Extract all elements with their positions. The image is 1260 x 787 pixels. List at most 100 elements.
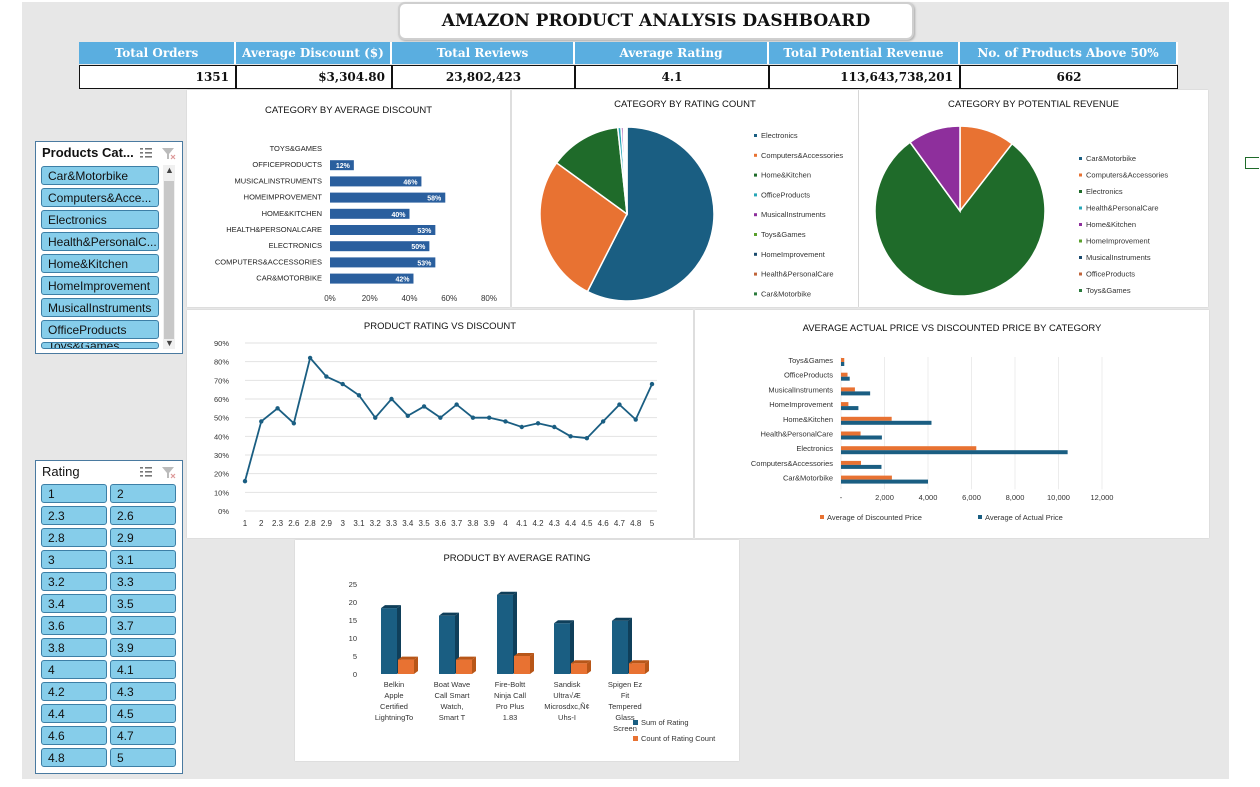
slicer-item[interactable]: HomeImprovement [41, 276, 159, 295]
bar-data-label: 12% [336, 163, 351, 170]
x-tick-label: 2.8 [305, 519, 317, 528]
x-tick-label: 1 [243, 519, 248, 528]
slicer-item[interactable]: 2.9 [110, 528, 176, 547]
kpi-label: Average Discount ($) [236, 42, 392, 64]
bar-side [414, 656, 418, 674]
slicer-item[interactable]: 3.2 [41, 572, 107, 591]
legend-marker [754, 233, 757, 236]
legend-label: Toys&Games [1086, 286, 1131, 295]
slicer-item[interactable]: 4.6 [41, 726, 107, 745]
data-point [291, 421, 297, 426]
slicer-item[interactable]: 2.8 [41, 528, 107, 547]
scrollbar-thumb[interactable] [164, 181, 174, 339]
slicer-item[interactable]: 3.7 [110, 616, 176, 635]
slicer-item[interactable]: OfficeProducts [41, 320, 159, 339]
slicer-item[interactable]: Computers&Acce... [41, 188, 159, 207]
bar-category-label: HOME&KITCHEN [262, 209, 322, 218]
slicer-item[interactable]: 5 [110, 748, 176, 767]
slicer-item[interactable]: 1 [41, 484, 107, 503]
data-point [324, 374, 329, 379]
data-point [259, 419, 264, 424]
chart-product-avg-rating: 0 5 10 15 20 25 Belkin Apple Certified LightningT… [349, 580, 716, 743]
clear-filter-icon[interactable] [162, 467, 176, 479]
scrollbar[interactable]: ▲ ▼ [163, 165, 175, 349]
legend-label: Computers&Accessories [1086, 171, 1168, 180]
slicer-item[interactable]: 3.8 [41, 638, 107, 657]
data-point [487, 415, 492, 420]
x-tick-label: 4.6 [598, 519, 610, 528]
slicer-item[interactable]: Car&Motorbike [41, 166, 159, 185]
y-tick-label: 40% [214, 432, 229, 441]
bar [841, 391, 871, 396]
y-tick-label: 10% [214, 488, 229, 497]
chart-actual-vs-discounted-price: - 2,000 4,000 6,000 8,000 10,000 12,000 Toys&Ga… [751, 356, 1114, 522]
slicer-item[interactable]: Toys&Games [41, 342, 159, 349]
y-tick-label: 15 [349, 616, 357, 625]
legend-label: Electronics [761, 131, 798, 140]
slicer-item[interactable]: 3 [41, 550, 107, 569]
slicer-item[interactable]: Electronics [41, 210, 159, 229]
selection-handle-icon[interactable] [1245, 157, 1259, 169]
slicer-item[interactable]: 4.4 [41, 704, 107, 723]
data-point [552, 424, 557, 430]
slicer-item[interactable]: 2.6 [110, 506, 176, 525]
multi-select-icon[interactable] [140, 467, 152, 477]
x-tick-label: 3.2 [370, 519, 382, 528]
data-point [340, 381, 345, 387]
clear-filter-icon[interactable] [162, 148, 176, 160]
scroll-down-icon[interactable]: ▼ [165, 338, 174, 348]
data-point [389, 396, 394, 402]
slicer-item[interactable]: 4.2 [41, 682, 107, 701]
data-point [600, 419, 606, 424]
slicer-item[interactable]: 2 [110, 484, 176, 503]
slicer-item[interactable]: 4.7 [110, 726, 176, 745]
bar [841, 420, 932, 425]
scroll-up-icon[interactable]: ▲ [165, 165, 174, 175]
data-point [584, 436, 590, 441]
kpi-label: Total Orders [79, 42, 236, 64]
bar [841, 406, 859, 411]
slicer-item[interactable]: 4.1 [110, 660, 176, 679]
kpi-label: Total Reviews [392, 42, 575, 64]
slicer-item[interactable]: Home&Kitchen [41, 254, 159, 273]
legend-marker [1079, 190, 1082, 193]
x-tick-label: 4 [503, 519, 508, 528]
bar-category-label: TOYS&GAMES [270, 144, 322, 153]
panel-category-avg-discount: CATEGORY BY AVERAGE DISCOUNT TOYS&GAMES O… [187, 90, 510, 307]
legend-label: Sum of Rating [641, 718, 689, 727]
bar [841, 460, 862, 465]
slicer-item[interactable]: 3.9 [110, 638, 176, 657]
x-tick-label: 0% [324, 294, 336, 303]
slicer-item[interactable]: 4.5 [110, 704, 176, 723]
y-tick-label: 70% [214, 376, 229, 385]
data-point [356, 393, 362, 398]
x-tick-label: 4.7 [614, 519, 626, 528]
y-tick-label: 0% [218, 507, 229, 516]
slicer-item[interactable]: 2.3 [41, 506, 107, 525]
x-tick-label: 4.8 [630, 519, 642, 528]
bar-category-label: Electronics [796, 444, 833, 453]
slicer-item[interactable]: 3.6 [41, 616, 107, 635]
slicer-item[interactable]: 3.4 [41, 594, 107, 613]
kpi-label: Total Potential Revenue [769, 42, 960, 64]
kpi-value: 4.1 [575, 65, 769, 89]
slicer-item[interactable]: 3.1 [110, 550, 176, 569]
slicer-item[interactable]: 4.8 [41, 748, 107, 767]
chart-category-potential-revenue: Car&Motorbike Computers&Accessories Electr… [874, 125, 1168, 297]
y-tick-label: 30% [214, 451, 229, 460]
multi-select-icon[interactable] [140, 148, 152, 158]
slicer-item[interactable]: MusicalInstruments [41, 298, 159, 317]
x-tick-label: 3 [340, 519, 345, 528]
x-tick-label: 20% [362, 294, 378, 303]
slicer-item[interactable]: 3.3 [110, 572, 176, 591]
slicer-item[interactable]: 3.5 [110, 594, 176, 613]
bar-data-label: 50% [411, 244, 426, 251]
legend-marker [1079, 157, 1082, 160]
slicer-item[interactable]: 4.3 [110, 682, 176, 701]
slicer-item[interactable]: Health&PersonalC... [41, 232, 159, 251]
bar [571, 663, 587, 674]
bar-category-label: Computers&Accessories [751, 459, 833, 468]
slicer-item[interactable]: 4 [41, 660, 107, 679]
legend-marker [1079, 256, 1082, 259]
bar-category-label: HomeImprovement [769, 400, 834, 409]
